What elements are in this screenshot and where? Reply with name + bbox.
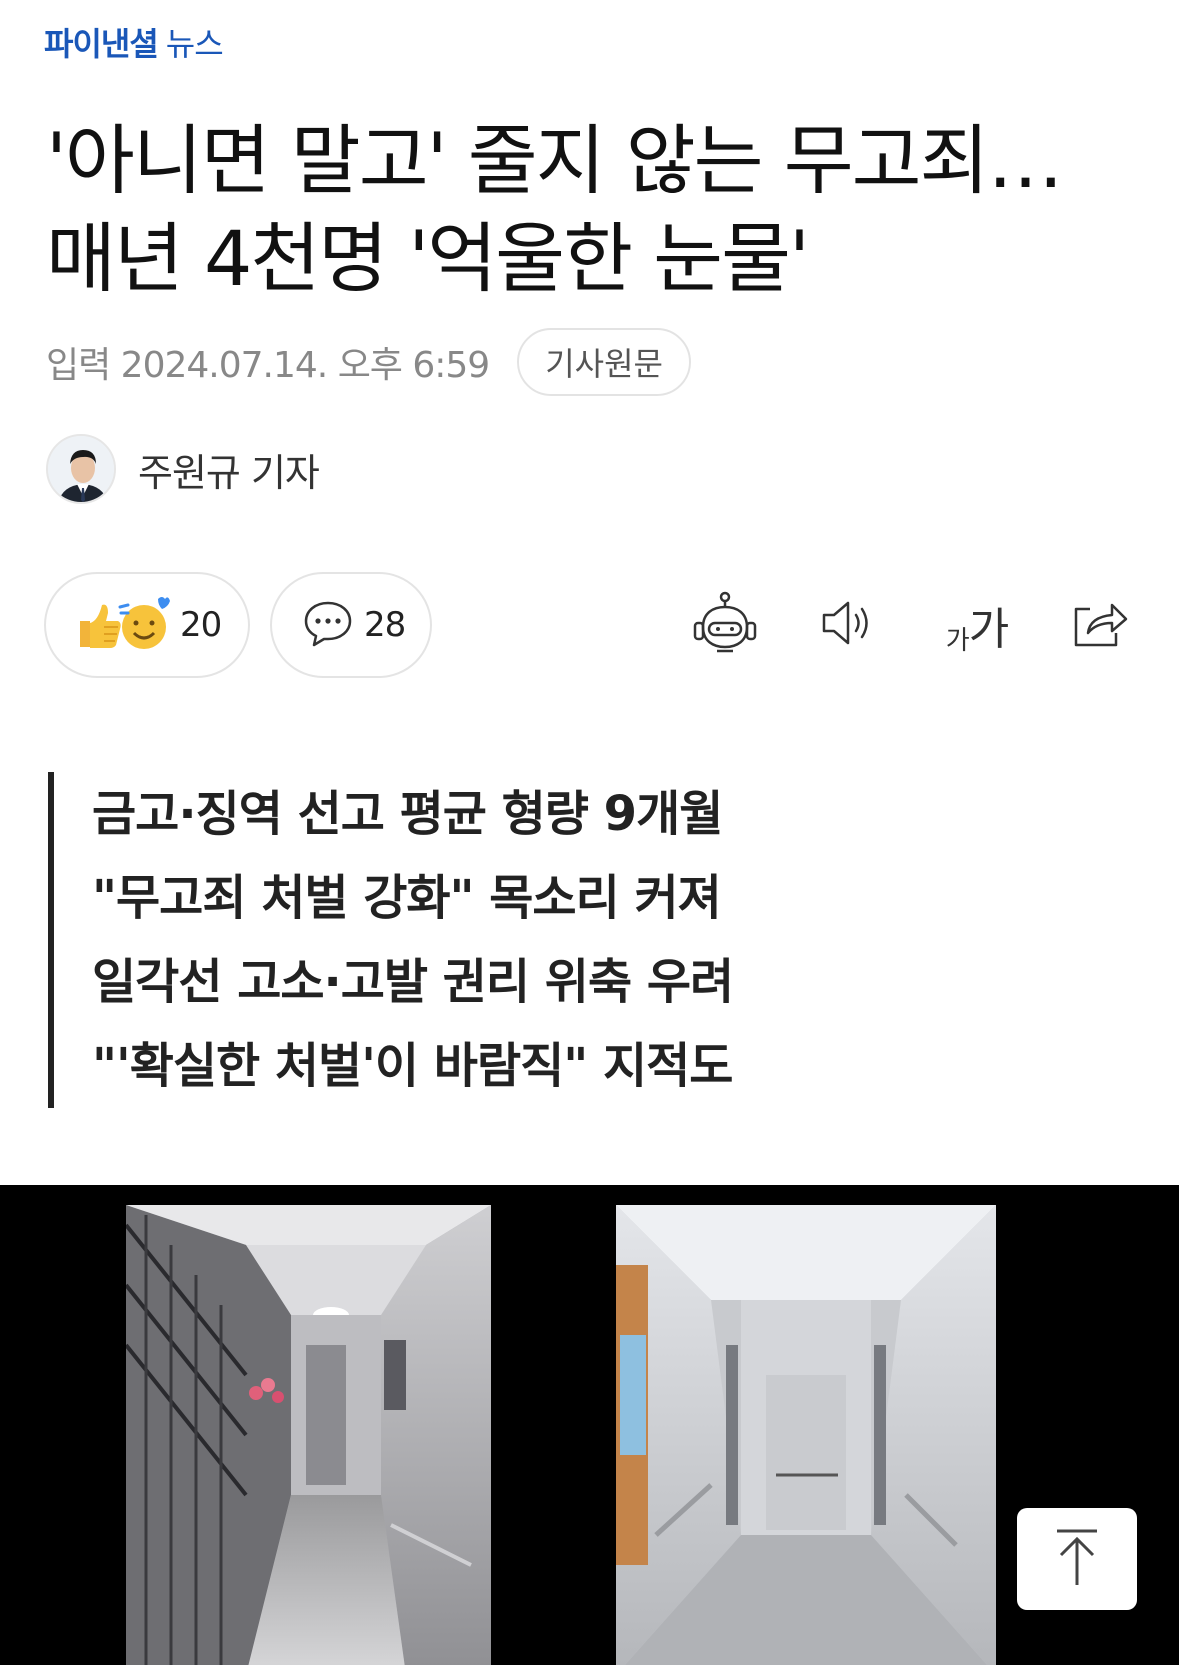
- comment-button[interactable]: 28: [270, 572, 432, 678]
- font-size-large-label: 가: [968, 604, 1009, 655]
- speaker-icon: [818, 595, 878, 655]
- logo-sub-text: 뉴스: [165, 25, 224, 63]
- photo-right-hallway: [616, 1205, 996, 1665]
- speech-bubble-icon: [302, 597, 354, 653]
- original-article-button[interactable]: 기사원문: [517, 328, 691, 396]
- summary-line: 일각선 고소·고발 권리 위축 우려: [92, 954, 734, 1010]
- summary-bot-button[interactable]: [685, 585, 765, 665]
- thumbs-up-smile-icon: [74, 593, 170, 657]
- reaction-count: 20: [180, 605, 222, 645]
- article-summary: 금고·징역 선고 평균 형량 9개월 "무고죄 처벌 강화" 목소리 커져 일각…: [48, 772, 734, 1108]
- summary-line: "'확실한 처벌'이 바람직" 지적도: [92, 1038, 733, 1094]
- author-avatar: [46, 434, 116, 504]
- summary-line: 금고·징역 선고 평균 형량 9개월: [92, 786, 723, 842]
- font-size-icon: 가 가: [945, 593, 1009, 657]
- font-size-button[interactable]: 가 가: [932, 585, 1022, 665]
- logo-main-text: 파이낸셜: [44, 25, 159, 63]
- reaction-button[interactable]: 20: [44, 572, 250, 678]
- headline-line-1: '아니면 말고' 줄지 않는 무고죄…: [46, 116, 1063, 205]
- share-button[interactable]: [1058, 585, 1138, 665]
- arrow-up-icon: [1047, 1525, 1107, 1593]
- font-size-small-label: 가: [945, 626, 970, 656]
- article-headline: '아니면 말고' 줄지 않는 무고죄… 매년 4천명 '억울한 눈물': [46, 112, 1146, 308]
- article-photo: [0, 1185, 1179, 1665]
- scroll-top-button[interactable]: [1017, 1508, 1137, 1610]
- robot-icon: [691, 591, 759, 659]
- author-name: 주원규 기자: [138, 450, 320, 495]
- site-logo[interactable]: 파이낸셜 뉴스: [44, 22, 224, 63]
- photo-left-hallway: [126, 1205, 491, 1665]
- comment-count: 28: [364, 605, 406, 645]
- author-byline[interactable]: 주원규 기자: [46, 434, 320, 504]
- article-meta: 입력 2024.07.14. 오후 6:59 기사원문: [46, 328, 691, 396]
- share-icon: [1068, 595, 1128, 655]
- publish-date: 입력 2024.07.14. 오후 6:59: [46, 345, 490, 386]
- tts-button[interactable]: [808, 585, 888, 665]
- summary-line: "무고죄 처벌 강화" 목소리 커져: [92, 870, 722, 926]
- headline-line-2: 매년 4천명 '억울한 눈물': [46, 214, 810, 303]
